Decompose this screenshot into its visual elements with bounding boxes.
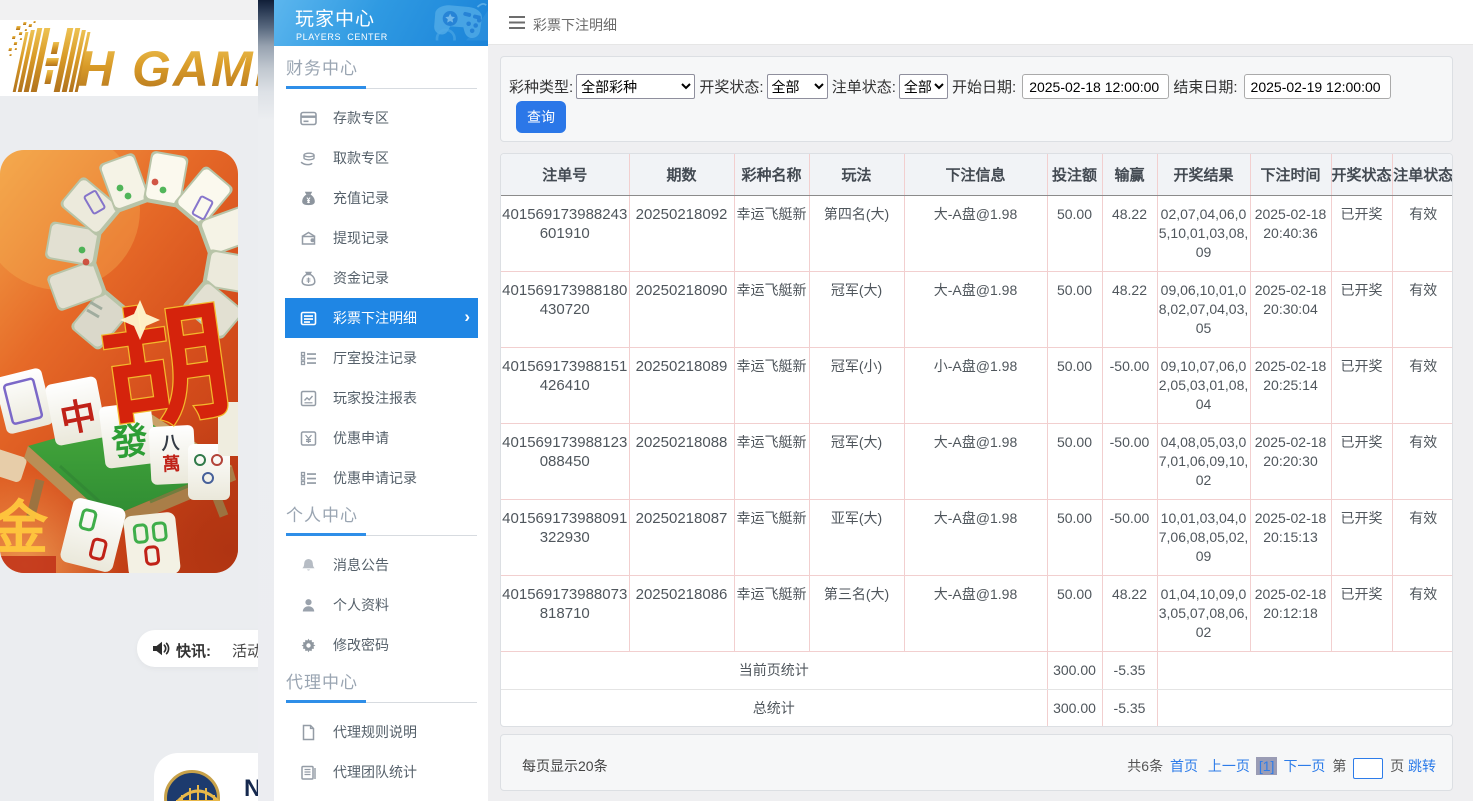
svg-text:胡: 胡: [93, 289, 238, 448]
svg-text:中: 中: [57, 394, 100, 441]
svg-text:H GAME: H GAME: [78, 41, 258, 96]
svg-text:金: 金: [0, 496, 49, 561]
svg-text:萬: 萬: [162, 454, 181, 475]
